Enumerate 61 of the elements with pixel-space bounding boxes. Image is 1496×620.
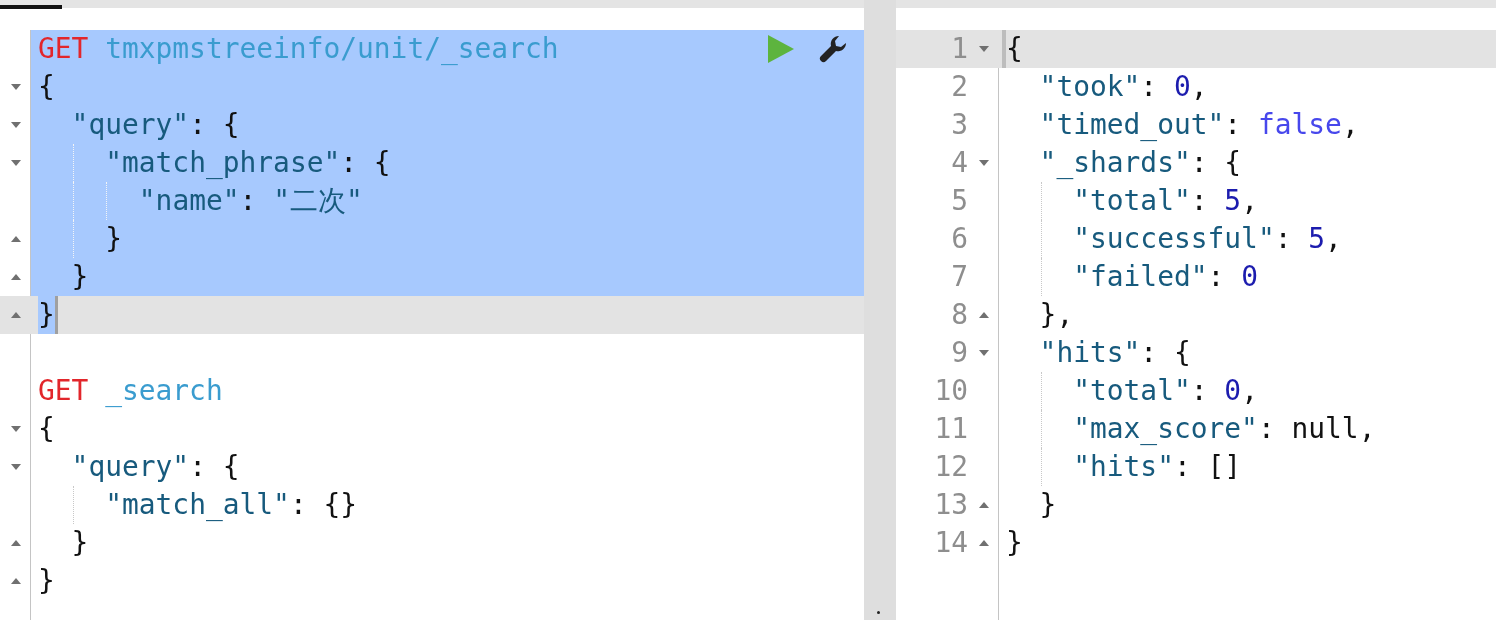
code-line: "_shards": { <box>1039 145 1242 181</box>
tab-indicator <box>0 5 62 9</box>
line-number: 2 <box>951 69 968 105</box>
caret-down-icon[interactable] <box>10 160 21 166</box>
caret-down-icon[interactable] <box>10 426 21 432</box>
caret-down-icon[interactable] <box>10 84 21 90</box>
code-line: } <box>1039 487 1057 523</box>
caret-up-icon[interactable] <box>10 540 21 546</box>
code-line: "match_phrase": { <box>105 145 391 181</box>
code-line: "timed_out": false, <box>1039 107 1359 143</box>
caret-up-icon[interactable] <box>978 540 989 546</box>
line-number: 11 <box>934 411 968 447</box>
code-line: "name": "二次" <box>138 183 363 219</box>
code-line: } <box>71 525 89 561</box>
caret-up-icon[interactable] <box>978 312 989 318</box>
line-number: 9 <box>951 335 968 371</box>
code-line: "successful": 5, <box>1073 221 1342 257</box>
caret-down-icon[interactable] <box>10 122 21 128</box>
line-number: 6 <box>951 221 968 257</box>
code-line: "max_score": null, <box>1073 411 1376 447</box>
code-line: "took": 0, <box>1039 69 1208 105</box>
code-line: "query": { <box>71 449 240 485</box>
line-number: 12 <box>934 449 968 485</box>
caret-up-icon[interactable] <box>978 502 989 508</box>
caret-down-icon[interactable] <box>978 350 989 356</box>
caret-up-icon[interactable] <box>10 236 21 242</box>
code-line: { <box>1006 31 1023 67</box>
code-line: } <box>1006 525 1023 561</box>
line-number: 7 <box>951 259 968 295</box>
code-line: GET _search <box>38 373 223 409</box>
caret-down-icon[interactable] <box>978 160 989 166</box>
code-line: "hits": { <box>1039 335 1191 371</box>
line-number: 4 <box>951 145 968 181</box>
code-line: } <box>38 563 55 599</box>
code-line: "total": 5, <box>1073 183 1258 219</box>
code-line: }, <box>1039 297 1074 333</box>
code-line: "query": { <box>71 107 240 143</box>
caret-up-icon[interactable] <box>10 312 21 318</box>
code-line: GET tmxpmstreeinfo/unit/_search <box>38 31 559 67</box>
line-number: 14 <box>934 525 968 561</box>
caret-down-icon[interactable] <box>10 464 21 470</box>
code-line: { <box>38 411 55 447</box>
code-line: "match_all": {} <box>105 487 358 523</box>
line-number: 13 <box>934 487 968 523</box>
line-number: 3 <box>951 107 968 143</box>
code-line: "failed": 0 <box>1073 259 1258 295</box>
caret-up-icon[interactable] <box>10 274 21 280</box>
code-line: "hits": [] <box>1073 449 1242 485</box>
code-line: "total": 0, <box>1073 373 1258 409</box>
code-line: } <box>71 259 89 295</box>
wrench-icon[interactable] <box>818 34 848 64</box>
line-number: 1 <box>951 31 968 67</box>
code-line: } <box>105 221 122 257</box>
caret-up-icon[interactable] <box>10 578 21 584</box>
line-number: 8 <box>951 297 968 333</box>
resize-grip-icon[interactable] <box>876 611 880 614</box>
caret-down-icon[interactable] <box>978 46 989 52</box>
line-number: 10 <box>934 373 968 409</box>
line-number: 5 <box>951 183 968 219</box>
indent-guide <box>72 486 74 524</box>
code-line: { <box>38 69 55 105</box>
